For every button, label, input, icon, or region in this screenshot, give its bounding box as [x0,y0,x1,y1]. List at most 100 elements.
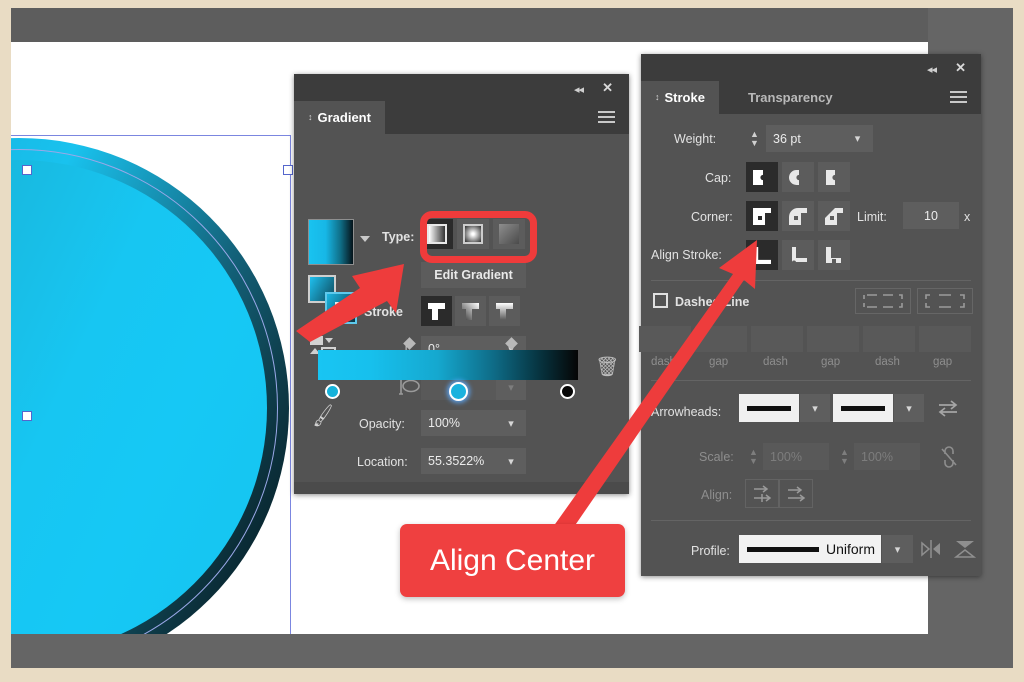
flip-along-icon[interactable] [953,539,977,564]
stroke-proxy-inner [334,301,348,315]
dashed-line-checkbox[interactable] [653,293,668,308]
gradient-panel-resize-grip[interactable] [294,482,629,494]
selection-handle-middle-left[interactable] [22,411,32,421]
location-label: Location: [357,455,408,469]
collapse-icon[interactable]: ◂◂ [574,83,584,96]
panel-expand-icon[interactable]: ↕ [308,101,313,134]
align-inside-icon [792,246,807,264]
stroke-across-icon [496,302,513,320]
gap-label-3: gap [933,356,953,368]
gradient-stroke-across-button[interactable] [489,296,520,326]
type-label: Type: [382,230,415,244]
gradient-preview-swatch[interactable] [308,219,354,265]
corner-round-button[interactable] [782,201,814,231]
cap-butt-button[interactable] [746,162,778,192]
chevron-down-icon[interactable] [325,338,333,343]
tab-stroke[interactable]: ↕ Stroke [641,81,719,114]
limit-unit-label: x [964,210,971,224]
align-center-callout-label: Align Center [429,543,596,577]
preserve-exact-dash-button[interactable] [855,288,911,314]
gradient-panel: ◂◂ ✕ ↕ Gradient Type: Edit Gradient Strok… [294,74,629,494]
swap-arrowheads-icon[interactable] [937,398,959,423]
round-cap-icon [789,169,802,185]
bevel-join-icon [825,207,843,225]
weight-field[interactable]: 36 pt [766,125,842,152]
weight-chevron-icon[interactable]: ▾ [842,125,873,152]
scale-label: Scale: [699,450,734,464]
place-arrow-tip-icon [788,485,806,502]
dash-label-3: dash [875,356,900,368]
gradient-stroke-label: Stroke [364,305,403,319]
gradient-stop-2-selected[interactable] [449,382,468,401]
panel-expand-icon[interactable]: ↕ [655,81,660,114]
opacity-label: Opacity: [359,417,405,431]
align-center-callout: Align Center [400,524,625,597]
weight-stepper[interactable]: ▲ ▼ [747,130,762,148]
gap-field-3[interactable] [919,326,971,352]
dash-field-3[interactable] [863,326,915,352]
stroke-panel-titlebar[interactable]: ◂◂ ✕ [641,54,981,81]
weight-label: Weight: [674,132,717,146]
align-stroke-outside-button[interactable] [818,240,850,270]
tab-gradient[interactable]: ↕ Gradient [294,101,385,134]
gradient-stroke-within-button[interactable] [421,296,452,326]
dash-label-2: dash [763,356,788,368]
stroke-panel-menu-icon[interactable] [950,91,967,103]
selection-handle-top-right[interactable] [283,165,293,175]
location-field[interactable]: 55.3522% [421,448,496,474]
close-icon[interactable]: ✕ [602,80,613,96]
scale-end-field[interactable]: 100% [854,443,920,470]
arrowhead-end-field[interactable] [833,394,893,422]
gradient-panel-menu-icon[interactable] [598,111,615,123]
corner-miter-button[interactable] [746,201,778,231]
cap-projecting-button[interactable] [818,162,850,192]
cap-round-button[interactable] [782,162,814,192]
flip-across-icon[interactable] [920,539,942,564]
arrowhead-none-icon [841,405,885,411]
align-dashes-to-corners-button[interactable] [917,288,973,314]
edit-gradient-button[interactable]: Edit Gradient [421,262,526,288]
gradient-presets-chevron-icon[interactable] [360,236,370,242]
delete-stop-trash-icon[interactable]: 🗑 [595,355,619,379]
arrowhead-none-icon [747,405,791,411]
arrow-align-tip-at-end-button[interactable] [779,479,813,508]
gradient-panel-titlebar[interactable]: ◂◂ ✕ [294,74,629,101]
dashed-line-label: Dashed Line [675,295,750,309]
location-chevron-icon[interactable]: ▾ [496,448,526,474]
arrow-align-extend-button[interactable] [745,479,779,508]
tab-transparency[interactable]: Transparency [734,81,847,114]
dash-field-1[interactable] [639,326,691,352]
dash-field-2[interactable] [751,326,803,352]
gradient-stroke-along-button[interactable] [455,296,486,326]
corner-bevel-button[interactable] [818,201,850,231]
gradient-stop-1[interactable] [325,384,340,399]
limit-label: Limit: [857,210,887,224]
stroke-proxy[interactable] [325,292,357,324]
collapse-icon[interactable]: ◂◂ [927,63,937,76]
gradient-stop-3[interactable] [560,384,575,399]
scale-start-field[interactable]: 100% [763,443,829,470]
gap-field-2[interactable] [807,326,859,352]
opacity-chevron-icon[interactable]: ▾ [496,410,526,436]
profile-field[interactable]: Uniform [739,535,881,563]
selection-bounding-box [11,135,291,634]
profile-chevron-icon[interactable]: ▾ [882,535,913,563]
broken-link-icon[interactable] [938,444,960,475]
close-icon[interactable]: ✕ [955,60,966,76]
align-stroke-center-button[interactable] [746,240,778,270]
eyedropper-icon[interactable]: 🖌 [309,402,337,430]
align-stroke-inside-button[interactable] [782,240,814,270]
stroke-within-icon [428,302,445,320]
arrowhead-start-field[interactable] [739,394,799,422]
scale-start-stepper[interactable]: ▲ ▼ [746,448,761,466]
limit-field[interactable]: 10 [903,202,959,229]
opacity-field[interactable]: 100% [421,410,496,436]
gradient-slider-bar[interactable] [318,350,578,380]
scale-end-stepper[interactable]: ▲ ▼ [837,448,852,466]
selection-handle-top-left[interactable] [22,165,32,175]
divider-1 [651,280,971,281]
arrowhead-end-chevron-icon[interactable]: ▾ [894,394,924,422]
profile-value: Uniform [826,541,876,557]
gap-field-1[interactable] [695,326,747,352]
arrowhead-start-chevron-icon[interactable]: ▾ [800,394,830,422]
